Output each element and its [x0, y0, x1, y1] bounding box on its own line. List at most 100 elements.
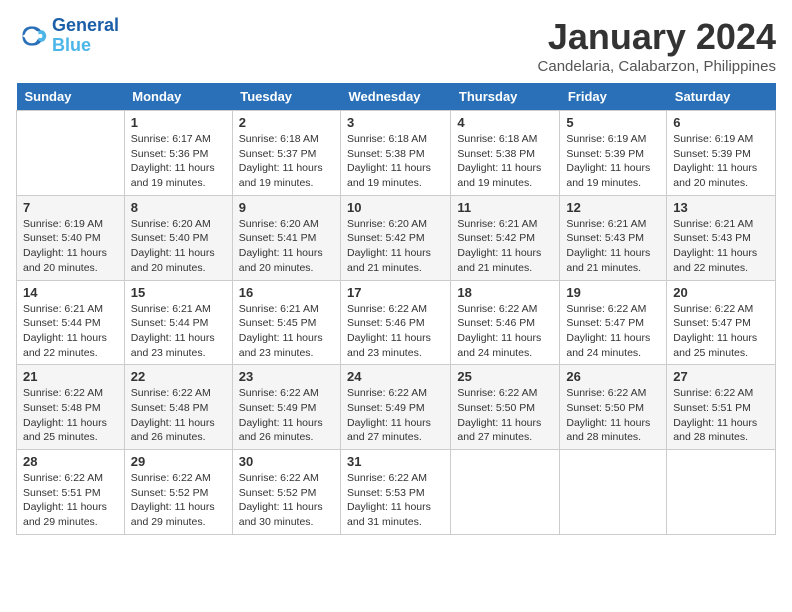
- day-info: Sunrise: 6:22 AM Sunset: 5:49 PM Dayligh…: [239, 386, 334, 445]
- calendar-cell: 30 Sunrise: 6:22 AM Sunset: 5:52 PM Dayli…: [232, 450, 340, 535]
- logo-icon: [16, 20, 48, 52]
- day-info: Sunrise: 6:21 AM Sunset: 5:44 PM Dayligh…: [23, 302, 118, 361]
- day-info: Sunrise: 6:21 AM Sunset: 5:43 PM Dayligh…: [673, 217, 769, 276]
- calendar-cell: 11Sunrise: 6:21 AM Sunset: 5:42 PM Dayli…: [451, 195, 560, 280]
- calendar-cell: 27 Sunrise: 6:22 AM Sunset: 5:51 PM Dayli…: [667, 365, 776, 450]
- day-info: Sunrise: 6:19 AM Sunset: 5:39 PM Dayligh…: [673, 132, 769, 191]
- day-number: 30: [239, 454, 334, 469]
- calendar-cell: 18 Sunrise: 6:22 AM Sunset: 5:46 PM Dayli…: [451, 280, 560, 365]
- calendar-cell: 31 Sunrise: 6:22 AM Sunset: 5:53 PM Dayli…: [341, 450, 451, 535]
- calendar-cell: 28 Sunrise: 6:22 AM Sunset: 5:51 PM Dayli…: [17, 450, 125, 535]
- calendar-week-2: 7Sunrise: 6:19 AM Sunset: 5:40 PM Daylig…: [17, 195, 776, 280]
- day-number: 28: [23, 454, 118, 469]
- calendar-week-3: 14Sunrise: 6:21 AM Sunset: 5:44 PM Dayli…: [17, 280, 776, 365]
- calendar-cell: 13 Sunrise: 6:21 AM Sunset: 5:43 PM Dayli…: [667, 195, 776, 280]
- day-number: 23: [239, 369, 334, 384]
- day-number: 31: [347, 454, 444, 469]
- calendar-cell: 23 Sunrise: 6:22 AM Sunset: 5:49 PM Dayli…: [232, 365, 340, 450]
- day-number: 15: [131, 285, 226, 300]
- page-header: General Blue January 2024 Candelaria, Ca…: [16, 16, 776, 75]
- calendar-cell: 29 Sunrise: 6:22 AM Sunset: 5:52 PM Dayli…: [124, 450, 232, 535]
- day-info: Sunrise: 6:18 AM Sunset: 5:38 PM Dayligh…: [457, 132, 553, 191]
- calendar-cell: 7Sunrise: 6:19 AM Sunset: 5:40 PM Daylig…: [17, 195, 125, 280]
- day-info: Sunrise: 6:17 AM Sunset: 5:36 PM Dayligh…: [131, 132, 226, 191]
- day-number: 18: [457, 285, 553, 300]
- day-number: 5: [566, 115, 660, 130]
- day-header-wednesday: Wednesday: [341, 83, 451, 111]
- logo: General Blue: [16, 16, 119, 56]
- day-info: Sunrise: 6:22 AM Sunset: 5:46 PM Dayligh…: [457, 302, 553, 361]
- calendar-header-row: SundayMondayTuesdayWednesdayThursdayFrid…: [17, 83, 776, 111]
- day-info: Sunrise: 6:22 AM Sunset: 5:51 PM Dayligh…: [23, 471, 118, 530]
- day-number: 19: [566, 285, 660, 300]
- day-info: Sunrise: 6:19 AM Sunset: 5:39 PM Dayligh…: [566, 132, 660, 191]
- day-info: Sunrise: 6:21 AM Sunset: 5:43 PM Dayligh…: [566, 217, 660, 276]
- calendar-cell: 5 Sunrise: 6:19 AM Sunset: 5:39 PM Daylig…: [560, 111, 667, 196]
- day-info: Sunrise: 6:22 AM Sunset: 5:49 PM Dayligh…: [347, 386, 444, 445]
- calendar-week-1: 1 Sunrise: 6:17 AM Sunset: 5:36 PM Daylig…: [17, 111, 776, 196]
- day-info: Sunrise: 6:21 AM Sunset: 5:45 PM Dayligh…: [239, 302, 334, 361]
- day-number: 26: [566, 369, 660, 384]
- calendar-cell: 19Sunrise: 6:22 AM Sunset: 5:47 PM Dayli…: [560, 280, 667, 365]
- day-number: 8: [131, 200, 226, 215]
- day-info: Sunrise: 6:22 AM Sunset: 5:53 PM Dayligh…: [347, 471, 444, 530]
- day-info: Sunrise: 6:20 AM Sunset: 5:41 PM Dayligh…: [239, 217, 334, 276]
- day-header-tuesday: Tuesday: [232, 83, 340, 111]
- day-header-monday: Monday: [124, 83, 232, 111]
- day-number: 13: [673, 200, 769, 215]
- calendar-cell: 2Sunrise: 6:18 AM Sunset: 5:37 PM Daylig…: [232, 111, 340, 196]
- day-info: Sunrise: 6:18 AM Sunset: 5:38 PM Dayligh…: [347, 132, 444, 191]
- day-number: 17: [347, 285, 444, 300]
- day-number: 6: [673, 115, 769, 130]
- calendar-cell: 14Sunrise: 6:21 AM Sunset: 5:44 PM Dayli…: [17, 280, 125, 365]
- day-number: 20: [673, 285, 769, 300]
- day-info: Sunrise: 6:22 AM Sunset: 5:48 PM Dayligh…: [23, 386, 118, 445]
- day-header-friday: Friday: [560, 83, 667, 111]
- day-info: Sunrise: 6:22 AM Sunset: 5:48 PM Dayligh…: [131, 386, 226, 445]
- day-info: Sunrise: 6:22 AM Sunset: 5:51 PM Dayligh…: [673, 386, 769, 445]
- day-info: Sunrise: 6:20 AM Sunset: 5:42 PM Dayligh…: [347, 217, 444, 276]
- calendar-cell: 16 Sunrise: 6:21 AM Sunset: 5:45 PM Dayli…: [232, 280, 340, 365]
- calendar-cell: 9 Sunrise: 6:20 AM Sunset: 5:41 PM Daylig…: [232, 195, 340, 280]
- calendar-cell: [451, 450, 560, 535]
- day-number: 24: [347, 369, 444, 384]
- day-number: 27: [673, 369, 769, 384]
- day-info: Sunrise: 6:22 AM Sunset: 5:46 PM Dayligh…: [347, 302, 444, 361]
- calendar-cell: 21Sunrise: 6:22 AM Sunset: 5:48 PM Dayli…: [17, 365, 125, 450]
- day-info: Sunrise: 6:21 AM Sunset: 5:42 PM Dayligh…: [457, 217, 553, 276]
- day-info: Sunrise: 6:22 AM Sunset: 5:52 PM Dayligh…: [131, 471, 226, 530]
- calendar-cell: 6 Sunrise: 6:19 AM Sunset: 5:39 PM Daylig…: [667, 111, 776, 196]
- calendar-cell: 22Sunrise: 6:22 AM Sunset: 5:48 PM Dayli…: [124, 365, 232, 450]
- day-number: 9: [239, 200, 334, 215]
- day-number: 16: [239, 285, 334, 300]
- calendar-cell: 26Sunrise: 6:22 AM Sunset: 5:50 PM Dayli…: [560, 365, 667, 450]
- calendar-week-4: 21Sunrise: 6:22 AM Sunset: 5:48 PM Dayli…: [17, 365, 776, 450]
- calendar-cell: 24 Sunrise: 6:22 AM Sunset: 5:49 PM Dayli…: [341, 365, 451, 450]
- calendar-cell: [667, 450, 776, 535]
- calendar-week-5: 28 Sunrise: 6:22 AM Sunset: 5:51 PM Dayli…: [17, 450, 776, 535]
- logo-text: General Blue: [52, 16, 119, 56]
- calendar-table: SundayMondayTuesdayWednesdayThursdayFrid…: [16, 83, 776, 535]
- calendar-title: January 2024: [538, 16, 776, 58]
- calendar-cell: 17 Sunrise: 6:22 AM Sunset: 5:46 PM Dayli…: [341, 280, 451, 365]
- calendar-body: 1 Sunrise: 6:17 AM Sunset: 5:36 PM Daylig…: [17, 111, 776, 535]
- day-number: 1: [131, 115, 226, 130]
- calendar-cell: 1 Sunrise: 6:17 AM Sunset: 5:36 PM Daylig…: [124, 111, 232, 196]
- day-header-saturday: Saturday: [667, 83, 776, 111]
- day-number: 29: [131, 454, 226, 469]
- day-number: 25: [457, 369, 553, 384]
- calendar-cell: 4Sunrise: 6:18 AM Sunset: 5:38 PM Daylig…: [451, 111, 560, 196]
- calendar-cell: [560, 450, 667, 535]
- day-info: Sunrise: 6:18 AM Sunset: 5:37 PM Dayligh…: [239, 132, 334, 191]
- calendar-cell: 10 Sunrise: 6:20 AM Sunset: 5:42 PM Dayli…: [341, 195, 451, 280]
- calendar-cell: 20 Sunrise: 6:22 AM Sunset: 5:47 PM Dayli…: [667, 280, 776, 365]
- calendar-cell: 8Sunrise: 6:20 AM Sunset: 5:40 PM Daylig…: [124, 195, 232, 280]
- day-info: Sunrise: 6:22 AM Sunset: 5:47 PM Dayligh…: [673, 302, 769, 361]
- calendar-cell: 25Sunrise: 6:22 AM Sunset: 5:50 PM Dayli…: [451, 365, 560, 450]
- day-info: Sunrise: 6:19 AM Sunset: 5:40 PM Dayligh…: [23, 217, 118, 276]
- day-info: Sunrise: 6:22 AM Sunset: 5:52 PM Dayligh…: [239, 471, 334, 530]
- day-number: 10: [347, 200, 444, 215]
- calendar-cell: 12Sunrise: 6:21 AM Sunset: 5:43 PM Dayli…: [560, 195, 667, 280]
- day-info: Sunrise: 6:21 AM Sunset: 5:44 PM Dayligh…: [131, 302, 226, 361]
- day-header-thursday: Thursday: [451, 83, 560, 111]
